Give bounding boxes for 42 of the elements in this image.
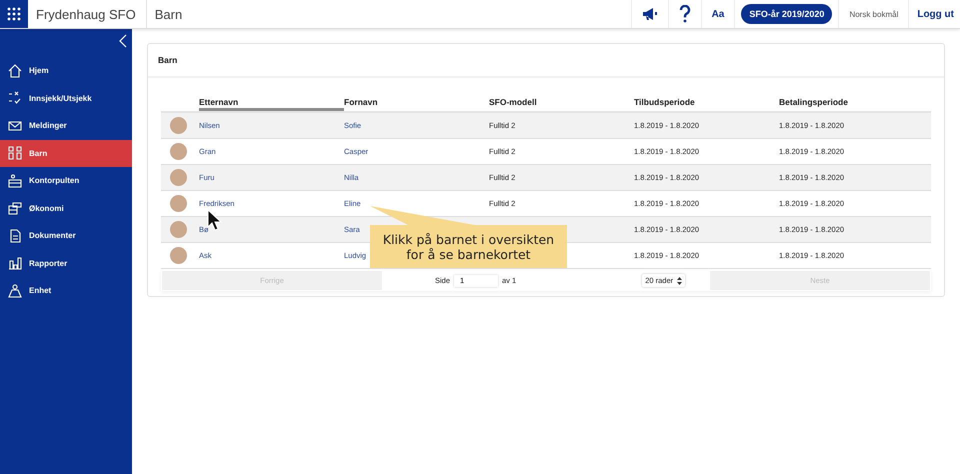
school-year-button[interactable]: SFO-år 2019/2020 — [741, 4, 832, 24]
column-header[interactable]: Fornavn — [344, 97, 489, 111]
help-icon — [678, 5, 691, 23]
megaphone-icon — [642, 7, 658, 21]
sidebar-item[interactable]: Hjem — [0, 57, 132, 84]
sidebar-item[interactable]: Barn — [0, 140, 132, 167]
page-title: Barn — [154, 6, 184, 24]
people-icon — [8, 146, 22, 160]
mouse-pointer-icon — [207, 209, 223, 231]
language-button[interactable]: Norsk bokmål — [838, 0, 908, 28]
avatar-placeholder — [170, 117, 186, 134]
sidebar-item[interactable]: Kontorpulten — [0, 167, 132, 194]
building-icon — [8, 284, 22, 298]
bar-chart-icon — [8, 256, 22, 270]
document-icon — [8, 228, 22, 243]
desk-icon — [8, 174, 22, 188]
sidebar-item[interactable]: Økonomi — [0, 194, 132, 222]
sidebar-item[interactable]: Rapporter — [0, 250, 132, 277]
coins-icon — [8, 201, 22, 216]
avatar-placeholder — [170, 247, 186, 264]
sidebar-item[interactable]: Meldinger — [0, 112, 132, 140]
sort-caret-icon — [677, 276, 682, 284]
envelope-icon — [8, 118, 22, 133]
column-header[interactable]: Tilbudsperiode — [634, 97, 779, 111]
column-header[interactable]: Betalingsperiode — [779, 97, 931, 111]
checklist-icon — [8, 91, 22, 106]
avatar-placeholder — [170, 195, 186, 212]
logout-button[interactable]: Logg ut — [908, 0, 960, 28]
text-size-button[interactable]: Aa — [700, 0, 734, 28]
avatar-placeholder — [170, 169, 186, 186]
sidebar-item[interactable]: Innsjekk/Utsjekk — [0, 84, 132, 112]
sidebar-item[interactable]: Dokumenter — [0, 222, 132, 250]
apps-menu-button[interactable] — [0, 0, 28, 28]
avatar-placeholder — [170, 221, 186, 238]
avatar-placeholder — [170, 143, 186, 160]
panel-title: Barn — [148, 44, 944, 78]
collapse-chevron-icon[interactable] — [119, 34, 127, 48]
app-name: Frydenhaug SFO — [28, 0, 147, 28]
sidebar-item[interactable]: Enhet — [0, 277, 132, 304]
home-icon — [8, 64, 22, 78]
column-header[interactable]: SFO-modell — [489, 97, 634, 111]
grid-icon — [7, 7, 21, 21]
